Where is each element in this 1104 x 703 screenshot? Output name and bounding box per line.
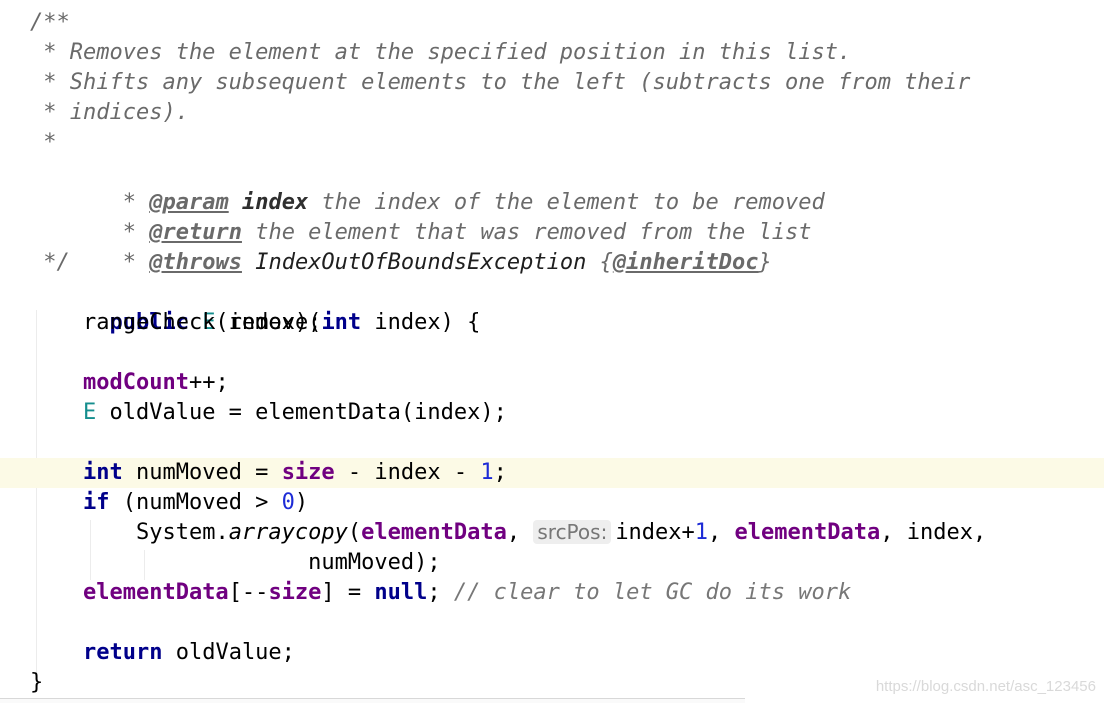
- code-line[interactable]: * @param index the index of the element …: [0, 158, 1104, 215]
- doc-comment-text: * Removes the element at the specified p…: [30, 40, 852, 65]
- code-line[interactable]: *: [0, 128, 1104, 158]
- number-literal: 0: [281, 490, 295, 515]
- assign-op: ] =: [321, 580, 375, 605]
- paren-open: (: [347, 520, 362, 545]
- if-condition: (numMoved >: [109, 490, 282, 515]
- old-value-declaration: oldValue = elementData(index);: [96, 400, 507, 425]
- keyword-if: if: [82, 490, 110, 515]
- doc-comment-text: * Shifts any subsequent elements to the …: [30, 70, 971, 95]
- type-e: E: [82, 400, 97, 425]
- field-size: size: [281, 460, 335, 485]
- num-moved-argument: numMoved);: [308, 550, 441, 575]
- doc-comment-text: *: [30, 130, 57, 155]
- editor-bottom-edge: [0, 698, 745, 703]
- field-elementdata: elementData: [82, 580, 229, 605]
- dest-arguments: , index,: [880, 520, 987, 545]
- code-line[interactable]: * @return the element that was removed f…: [0, 188, 1104, 245]
- field-elementdata: elementData: [361, 520, 507, 545]
- number-literal: 1: [694, 520, 709, 545]
- paren-close: ): [294, 490, 309, 515]
- keyword-return: return: [82, 640, 163, 665]
- code-line[interactable]: numMoved);: [0, 548, 1104, 578]
- code-line[interactable]: /**: [0, 8, 1104, 38]
- semicolon: ;: [427, 580, 441, 605]
- keyword-null: null: [374, 580, 428, 605]
- num-moved-declaration: numMoved =: [122, 460, 282, 485]
- system-class: System.: [135, 520, 229, 545]
- doc-comment-text: * indices).: [30, 100, 189, 125]
- code-line[interactable]: rangeCheck(index);: [0, 308, 1104, 338]
- bracket-decrement: [--: [228, 580, 269, 605]
- increment-op: ++;: [188, 370, 229, 395]
- code-line[interactable]: System.arraycopy(elementData, srcPos: ind…: [0, 518, 1104, 548]
- closing-brace: }: [30, 670, 44, 695]
- range-check-call: rangeCheck(index);: [82, 310, 322, 335]
- code-line[interactable]: * Shifts any subsequent elements to the …: [0, 68, 1104, 98]
- comma: ,: [708, 520, 735, 545]
- field-modcount: modCount: [82, 370, 189, 395]
- code-line[interactable]: return oldValue;: [0, 638, 1104, 668]
- doc-comment-close: */: [30, 250, 70, 275]
- code-line[interactable]: E oldValue = elementData(index);: [0, 398, 1104, 428]
- code-editor[interactable]: /** * Removes the element at the specifi…: [0, 0, 1104, 703]
- code-line[interactable]: if (numMoved > 0): [0, 488, 1104, 518]
- arraycopy-method: arraycopy: [228, 520, 348, 545]
- code-line[interactable]: * @throws IndexOutOfBoundsException {@in…: [0, 218, 1104, 275]
- code-line[interactable]: modCount++;: [0, 368, 1104, 398]
- doc-comment-open: /**: [30, 10, 70, 35]
- code-line[interactable]: * Removes the element at the specified p…: [0, 38, 1104, 68]
- code-line[interactable]: * indices).: [0, 98, 1104, 128]
- watermark: https://blog.csdn.net/asc_123456: [875, 678, 1096, 695]
- current-line-highlight[interactable]: int numMoved = size - index - 1;: [0, 458, 1104, 488]
- num-moved-expression: - index -: [334, 460, 481, 485]
- field-elementdata: elementData: [734, 520, 881, 545]
- return-value: oldValue;: [162, 640, 295, 665]
- code-line[interactable]: public E remove(int index) {: [0, 278, 1104, 335]
- code-line[interactable]: */: [0, 248, 1104, 278]
- comma: ,: [506, 520, 534, 545]
- line-comment: // clear to let GC do its work: [440, 580, 852, 605]
- keyword-int: int: [82, 460, 123, 485]
- parameter-hint-srcpos: srcPos:: [533, 520, 612, 544]
- field-size: size: [268, 580, 322, 605]
- code-line[interactable]: elementData[--size] = null; // clear to …: [0, 578, 1104, 608]
- index-plus: index+: [615, 520, 695, 545]
- semicolon: ;: [493, 460, 507, 485]
- number-literal: 1: [480, 460, 494, 485]
